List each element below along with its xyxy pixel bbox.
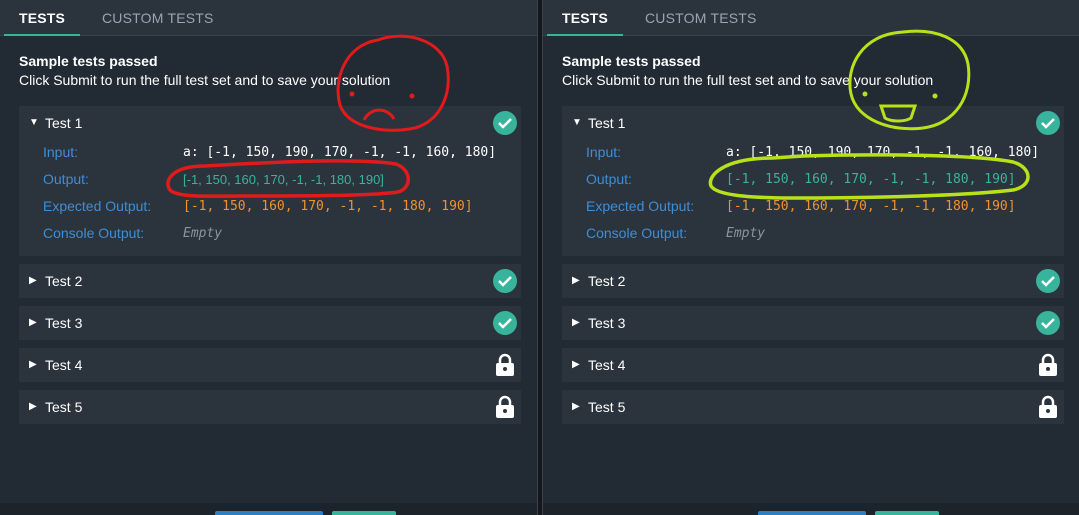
caret-right-icon: ▶ xyxy=(29,359,37,370)
run-button[interactable] xyxy=(758,511,866,515)
test-card-1: ▼ Test 1 Input: a: [-1, 150, 190, 170, -… xyxy=(19,106,521,256)
submit-button[interactable] xyxy=(875,511,939,515)
output-label: Output: xyxy=(586,171,632,187)
tab-tests[interactable]: TESTS xyxy=(547,0,623,36)
test-results-panel-left: TESTS CUSTOM TESTS Sample tests passed C… xyxy=(0,0,537,515)
test-card-1: ▼ Test 1 Input: a: [-1, 150, 190, 170, -… xyxy=(562,106,1064,256)
check-circle-icon xyxy=(493,111,517,135)
status-title: Sample tests passed xyxy=(19,53,158,69)
caret-right-icon: ▶ xyxy=(29,275,37,286)
caret-down-icon: ▼ xyxy=(572,117,582,128)
test-title: Test 3 xyxy=(588,315,626,331)
console-output-value: Empty xyxy=(183,226,223,241)
status-subtitle: Click Submit to run the full test set an… xyxy=(562,72,934,88)
output-value: [-1, 150, 160, 170, -1, -1, 180, 190] xyxy=(183,172,384,187)
output-label: Output: xyxy=(43,171,89,187)
tab-bar: TESTS CUSTOM TESTS xyxy=(0,0,537,36)
input-value: a: [-1, 150, 190, 170, -1, -1, 160, 180] xyxy=(726,145,1040,160)
test-title: Test 4 xyxy=(588,357,626,373)
check-circle-icon xyxy=(1036,111,1060,135)
test-title: Test 1 xyxy=(45,115,83,131)
lock-icon xyxy=(493,353,517,377)
test-title: Test 4 xyxy=(45,357,83,373)
expected-output-label: Expected Output: xyxy=(586,198,695,214)
caret-right-icon: ▶ xyxy=(29,401,37,412)
console-output-value: Empty xyxy=(726,226,766,241)
output-value: [-1, 150, 160, 170, -1, -1, 180, 190] xyxy=(726,172,1016,187)
console-output-label: Console Output: xyxy=(586,225,688,241)
test-results-panel-right: TESTS CUSTOM TESTS Sample tests passed C… xyxy=(543,0,1079,515)
test-title: Test 2 xyxy=(45,273,83,289)
test-card-3[interactable]: ▶ Test 3 xyxy=(19,306,521,340)
caret-right-icon: ▶ xyxy=(29,317,37,328)
caret-down-icon: ▼ xyxy=(29,117,39,128)
tab-custom-tests[interactable]: CUSTOM TESTS xyxy=(102,0,214,36)
test-title: Test 3 xyxy=(45,315,83,331)
test-title: Test 5 xyxy=(588,399,626,415)
input-label: Input: xyxy=(43,144,79,160)
input-label: Input: xyxy=(586,144,622,160)
test-title: Test 1 xyxy=(588,115,626,131)
test-card-4[interactable]: ▶ Test 4 xyxy=(562,348,1064,382)
submit-button[interactable] xyxy=(332,511,396,515)
lock-icon xyxy=(1036,353,1060,377)
input-value: a: [-1, 150, 190, 170, -1, -1, 160, 180] xyxy=(183,145,497,160)
test-card-3[interactable]: ▶ Test 3 xyxy=(562,306,1064,340)
check-circle-icon xyxy=(1036,311,1060,335)
caret-right-icon: ▶ xyxy=(572,359,580,370)
test-header-1[interactable]: ▼ Test 1 xyxy=(19,106,521,140)
check-circle-icon xyxy=(493,269,517,293)
test-card-2[interactable]: ▶ Test 2 xyxy=(562,264,1064,298)
check-circle-icon xyxy=(493,311,517,335)
tab-bar: TESTS CUSTOM TESTS xyxy=(543,0,1079,36)
tab-tests[interactable]: TESTS xyxy=(4,0,80,36)
console-output-label: Console Output: xyxy=(43,225,145,241)
test-header-1[interactable]: ▼ Test 1 xyxy=(562,106,1064,140)
caret-right-icon: ▶ xyxy=(572,317,580,328)
test-card-2[interactable]: ▶ Test 2 xyxy=(19,264,521,298)
lock-icon xyxy=(493,395,517,419)
test-card-5[interactable]: ▶ Test 5 xyxy=(19,390,521,424)
run-button[interactable] xyxy=(215,511,323,515)
status-subtitle: Click Submit to run the full test set an… xyxy=(19,72,391,88)
caret-right-icon: ▶ xyxy=(572,401,580,412)
caret-right-icon: ▶ xyxy=(572,275,580,286)
test-card-5[interactable]: ▶ Test 5 xyxy=(562,390,1064,424)
check-circle-icon xyxy=(1036,269,1060,293)
test-title: Test 2 xyxy=(588,273,626,289)
tab-custom-tests[interactable]: CUSTOM TESTS xyxy=(645,0,757,36)
expected-output-label: Expected Output: xyxy=(43,198,152,214)
status-title: Sample tests passed xyxy=(562,53,701,69)
lock-icon xyxy=(1036,395,1060,419)
expected-output-value: [-1, 150, 160, 170, -1, -1, 180, 190] xyxy=(183,199,473,214)
test-title: Test 5 xyxy=(45,399,83,415)
test-card-4[interactable]: ▶ Test 4 xyxy=(19,348,521,382)
expected-output-value: [-1, 150, 160, 170, -1, -1, 180, 190] xyxy=(726,199,1016,214)
